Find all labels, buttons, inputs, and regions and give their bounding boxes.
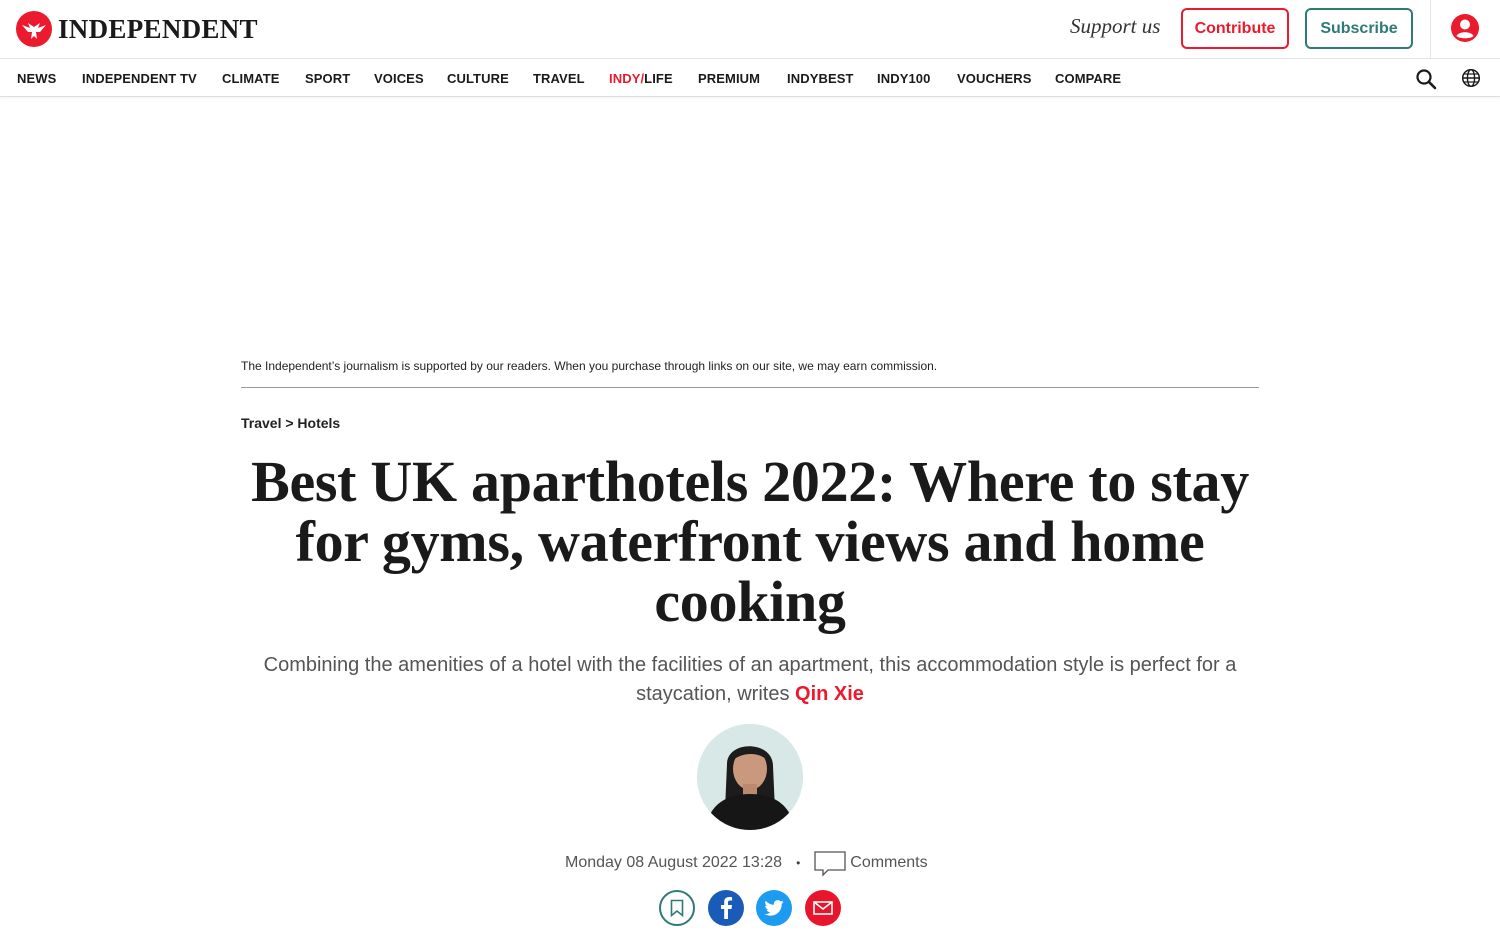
nav-item-premium[interactable]: PREMIUM xyxy=(698,71,760,86)
logo-wordmark: INDEPENDENT xyxy=(58,13,258,44)
subscribe-button[interactable]: Subscribe xyxy=(1305,8,1413,49)
eagle-logo-icon xyxy=(16,11,52,47)
header-divider xyxy=(1430,0,1431,59)
nav-item-travel[interactable]: TRAVEL xyxy=(533,71,585,86)
bookmark-button[interactable] xyxy=(659,890,695,926)
publish-date: Monday 08 August 2022 13:28 xyxy=(565,854,783,871)
nav-item-independent-tv[interactable]: INDEPENDENT TV xyxy=(82,71,197,86)
nav-life-text: LIFE xyxy=(644,71,673,86)
nav-item-climate[interactable]: CLIMATE xyxy=(222,71,280,86)
email-share-button[interactable] xyxy=(805,890,841,926)
twitter-icon xyxy=(764,900,784,916)
email-icon xyxy=(813,901,833,915)
bookmark-icon xyxy=(670,899,684,917)
author-photo xyxy=(697,724,803,830)
meta-separator: • xyxy=(796,856,801,870)
globe-icon[interactable] xyxy=(1461,68,1481,88)
site-header: INDEPENDENT Support us Contribute Subscr… xyxy=(0,0,1500,59)
article-headline: Best UK aparthotels 2022: Where to stay … xyxy=(251,449,1249,634)
author-avatar[interactable] xyxy=(697,724,803,830)
disclaimer-divider xyxy=(241,387,1259,388)
breadcrumb[interactable]: Travel > Hotels xyxy=(241,415,340,431)
twitter-share-button[interactable] xyxy=(756,890,792,926)
author-link[interactable]: Qin Xie xyxy=(795,683,864,705)
article-meta: Monday 08 August 2022 13:28 • Comments xyxy=(565,849,928,877)
nav-item-indy-life[interactable]: INDY/LIFE xyxy=(609,71,673,86)
nav-item-vouchers[interactable]: VOUCHERS xyxy=(957,71,1031,86)
support-us-text: Support us xyxy=(1070,14,1161,38)
search-icon[interactable] xyxy=(1415,68,1437,90)
article-standfirst: Combining the amenities of a hotel with … xyxy=(236,651,1264,709)
affiliate-disclaimer: The Independent’s journalism is supporte… xyxy=(241,359,938,373)
standfirst-text: Combining the amenities of a hotel with … xyxy=(263,654,1237,705)
site-logo[interactable]: INDEPENDENT xyxy=(16,10,258,48)
account-icon[interactable] xyxy=(1450,13,1480,43)
nav-item-news[interactable]: NEWS xyxy=(17,71,56,86)
comments-link[interactable]: Comments xyxy=(850,854,927,872)
nav-item-voices[interactable]: VOICES xyxy=(374,71,424,86)
main-nav: NEWS INDEPENDENT TV CLIMATE SPORT VOICES… xyxy=(0,60,1500,97)
contribute-button[interactable]: Contribute xyxy=(1181,8,1289,49)
nav-item-sport[interactable]: SPORT xyxy=(305,71,350,86)
nav-indy-text: INDY/ xyxy=(609,71,645,86)
comment-icon[interactable] xyxy=(814,851,846,877)
facebook-share-button[interactable] xyxy=(708,890,744,926)
nav-item-indy100[interactable]: INDY100 xyxy=(877,71,930,86)
nav-item-indybest[interactable]: INDYBEST xyxy=(787,71,854,86)
nav-item-culture[interactable]: CULTURE xyxy=(447,71,509,86)
facebook-icon xyxy=(721,897,733,919)
nav-item-compare[interactable]: COMPARE xyxy=(1055,71,1121,86)
